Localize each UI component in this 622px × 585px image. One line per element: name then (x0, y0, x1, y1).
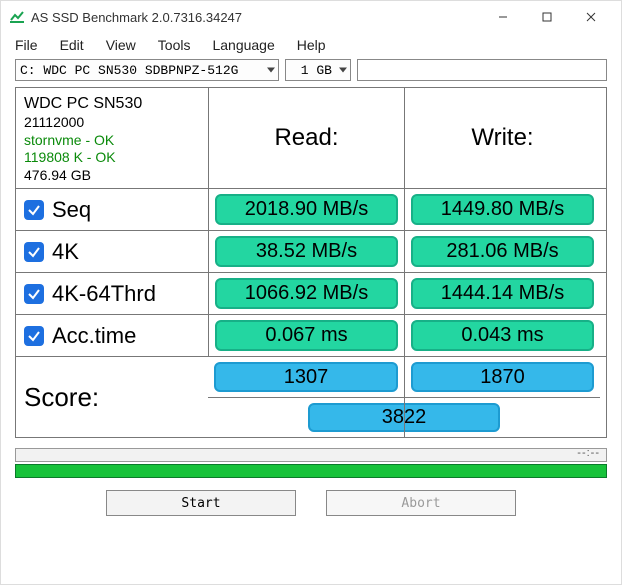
score-label: Score: (16, 357, 208, 437)
chevron-down-icon (339, 68, 347, 73)
test-row-acc: Acc.time (16, 315, 208, 356)
checkbox-acc[interactable] (24, 326, 44, 346)
start-button[interactable]: Start (106, 490, 296, 516)
size-select[interactable]: 1 GB (285, 59, 351, 81)
test-row-seq: Seq (16, 189, 208, 230)
checkbox-4k64[interactable] (24, 284, 44, 304)
menu-help[interactable]: Help (297, 37, 326, 53)
test-label: Seq (52, 197, 91, 223)
acc-write: 0.043 ms (411, 320, 594, 351)
4k-write: 281.06 MB/s (411, 236, 594, 267)
score-write: 1870 (411, 362, 594, 392)
4k64-read: 1066.92 MB/s (215, 278, 398, 309)
seq-read: 2018.90 MB/s (215, 194, 398, 225)
chevron-down-icon (267, 68, 275, 73)
results-grid: WDC PC SN530 21112000 stornvme - OK 1198… (15, 87, 607, 438)
progress-time: --:-- (577, 447, 600, 459)
maximize-button[interactable] (525, 3, 569, 31)
header-write: Write: (404, 88, 600, 188)
drive-info: WDC PC SN530 21112000 stornvme - OK 1198… (16, 88, 208, 188)
size-select-value: 1 GB (301, 63, 332, 78)
header-read: Read: (208, 88, 404, 188)
drive-align: 119808 K - OK (24, 149, 116, 167)
checkbox-4k[interactable] (24, 242, 44, 262)
abort-button: Abort (326, 490, 516, 516)
menubar: File Edit View Tools Language Help (1, 33, 621, 59)
test-row-4k64: 4K-64Thrd (16, 273, 208, 314)
test-row-4k: 4K (16, 231, 208, 272)
seq-write: 1449.80 MB/s (411, 194, 594, 225)
progress-fill (15, 464, 607, 478)
button-row: Start Abort (1, 490, 621, 516)
drive-select-value: C: WDC PC SN530 SDBPNPZ-512G (20, 63, 238, 78)
drive-driver: stornvme - OK (24, 132, 114, 150)
score-read: 1307 (214, 362, 398, 392)
menu-file[interactable]: File (15, 37, 38, 53)
minimize-button[interactable] (481, 3, 525, 31)
menu-tools[interactable]: Tools (158, 37, 191, 53)
menu-language[interactable]: Language (212, 37, 274, 53)
4k-read: 38.52 MB/s (215, 236, 398, 267)
selector-row: C: WDC PC SN530 SDBPNPZ-512G 1 GB (1, 59, 621, 87)
test-label: Acc.time (52, 323, 136, 349)
progress-bar: --:-- (15, 448, 607, 462)
checkbox-seq[interactable] (24, 200, 44, 220)
drive-capacity: 476.94 GB (24, 167, 91, 185)
blank-field (357, 59, 607, 81)
menu-view[interactable]: View (106, 37, 136, 53)
close-button[interactable] (569, 3, 613, 31)
drive-model: WDC PC SN530 (24, 94, 142, 114)
app-window: AS SSD Benchmark 2.0.7316.34247 File Edi… (0, 0, 622, 585)
drive-firmware: 21112000 (24, 114, 84, 132)
4k64-write: 1444.14 MB/s (411, 278, 594, 309)
window-title: AS SSD Benchmark 2.0.7316.34247 (31, 10, 481, 25)
test-label: 4K (52, 239, 79, 265)
menu-edit[interactable]: Edit (60, 37, 84, 53)
acc-read: 0.067 ms (215, 320, 398, 351)
titlebar: AS SSD Benchmark 2.0.7316.34247 (1, 1, 621, 33)
drive-select[interactable]: C: WDC PC SN530 SDBPNPZ-512G (15, 59, 279, 81)
app-icon (9, 9, 25, 25)
test-label: 4K-64Thrd (52, 281, 156, 307)
